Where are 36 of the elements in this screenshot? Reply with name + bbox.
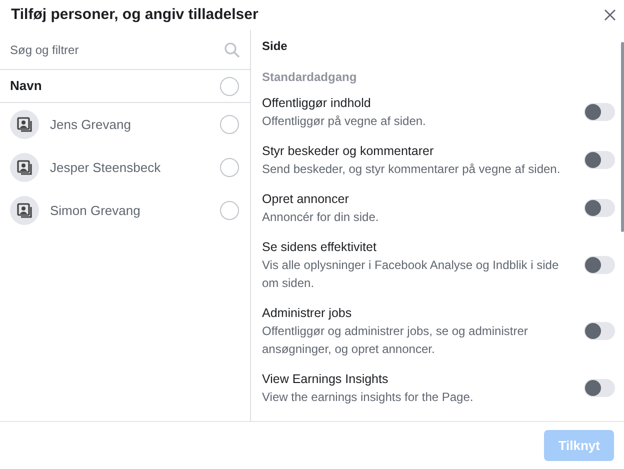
search-icon [224,42,240,58]
search-field[interactable]: Søg og filtrer [10,40,190,58]
group-heading: Standardadgang [262,69,358,86]
avatar-icon [10,153,39,182]
avatar-icon [10,110,39,139]
permission-title: View Earnings Insights [262,371,390,388]
permission-title: Styr beskeder og kommentarer [262,143,435,160]
toggle-switch[interactable] [584,199,615,217]
person-name[interactable]: Jens Grevang [50,114,220,134]
permission-description: Vis alle oplysninger i Facebook Analyse og Indblik i side om siden. [262,257,560,292]
avatar-icon [10,196,39,225]
toggle-switch[interactable] [584,379,615,397]
radio-button[interactable] [220,158,239,177]
radio-button[interactable] [220,201,239,220]
radio-button[interactable] [220,76,239,96]
toggle-switch[interactable] [584,151,615,169]
person-name[interactable]: Simon Grevang [50,200,220,220]
close-icon[interactable] [604,9,616,21]
permission-title: Offentliggør indhold [262,95,372,112]
toggle-switch[interactable] [584,103,615,121]
permission-title: Administrer jobs [262,305,353,322]
toggle-switch[interactable] [584,322,615,340]
dialog-title: Tilføj personer, og angiv tilladelser [11,4,258,25]
permission-title: Opret annoncer [262,191,350,208]
permission-title: Se sidens effektivitet [262,239,378,256]
permission-description: Annoncér for din side. [262,209,380,226]
toggle-switch[interactable] [584,256,615,274]
column-header: Navn [10,77,42,96]
section-heading: Side [262,38,288,55]
permission-description: Send beskeder, og styr kommentarer på vegne af siden. [262,161,562,178]
permission-description: Offentliggør og administrer jobs, se og administrer ansøgninger, og opret annoncer. [262,323,529,358]
permission-description: Offentliggør på vegne af siden. [262,113,427,130]
permission-description: View the earnings insights for the Page. [262,389,474,406]
person-name[interactable]: Jesper Steensbeck [50,158,220,178]
scrollbar[interactable] [621,42,624,232]
radio-button[interactable] [220,115,239,134]
